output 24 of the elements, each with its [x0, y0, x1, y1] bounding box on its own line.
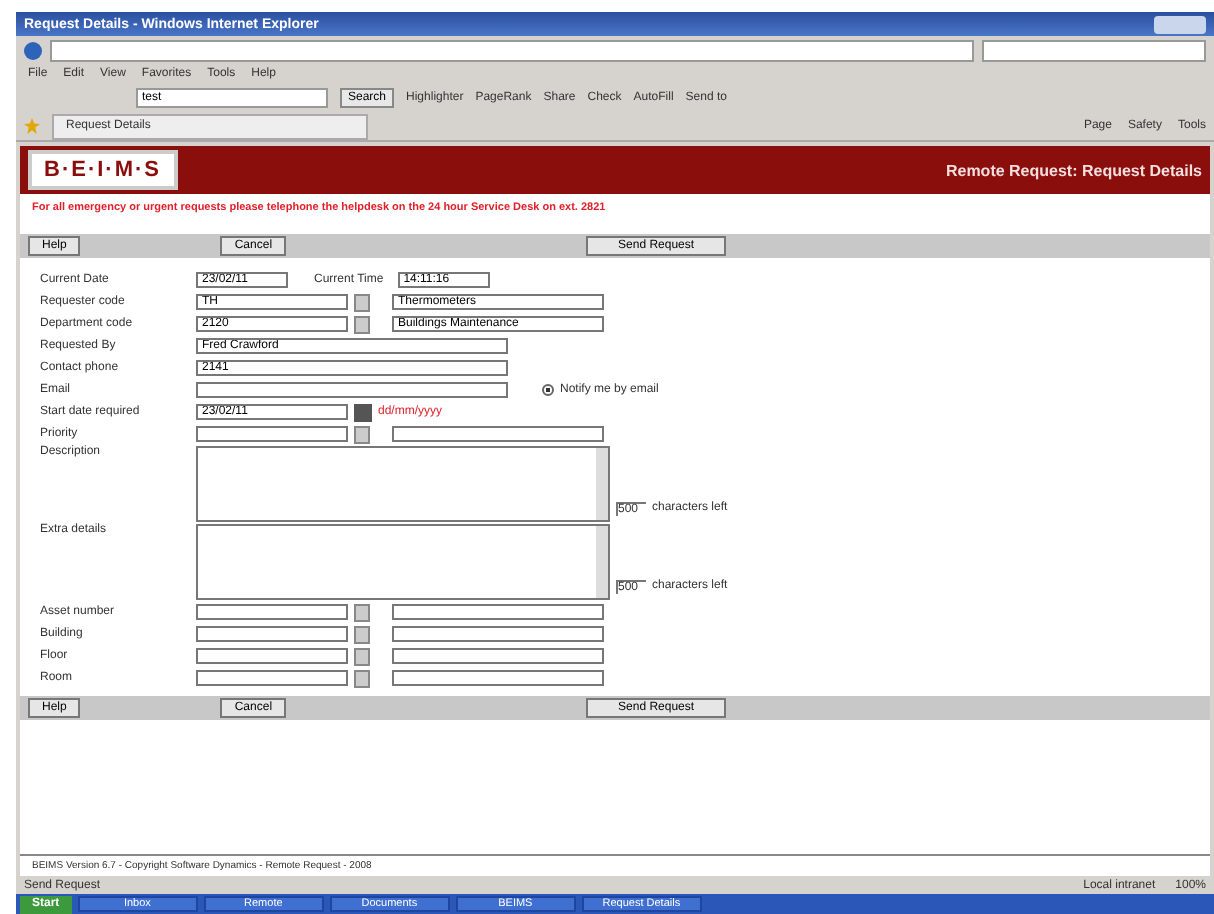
description-field[interactable] [392, 670, 604, 686]
calendar-icon[interactable] [354, 403, 372, 421]
search-field[interactable] [982, 39, 1206, 61]
logo: B·E·I·M·S [28, 150, 177, 190]
code-field[interactable] [196, 604, 348, 620]
description-field[interactable] [392, 426, 604, 442]
scrollbar-icon[interactable] [596, 448, 608, 520]
window-controls-icon[interactable] [1154, 15, 1206, 33]
address-field[interactable] [50, 39, 974, 61]
lookup-button[interactable] [354, 425, 370, 443]
description-field[interactable] [392, 648, 604, 664]
back-icon[interactable] [24, 41, 42, 59]
text-area[interactable] [196, 524, 610, 600]
page-title: Remote Request: Request Details [945, 161, 1202, 179]
code-field[interactable] [196, 626, 348, 642]
email-field[interactable] [196, 382, 508, 398]
code-field[interactable] [196, 426, 348, 442]
code-field[interactable] [196, 670, 348, 686]
scrollbar-icon[interactable] [596, 526, 608, 598]
text-area[interactable] [196, 446, 610, 522]
checkbox[interactable] [542, 384, 554, 396]
description-field[interactable] [392, 604, 604, 620]
code-field[interactable] [196, 648, 348, 664]
description-field[interactable] [392, 626, 604, 642]
